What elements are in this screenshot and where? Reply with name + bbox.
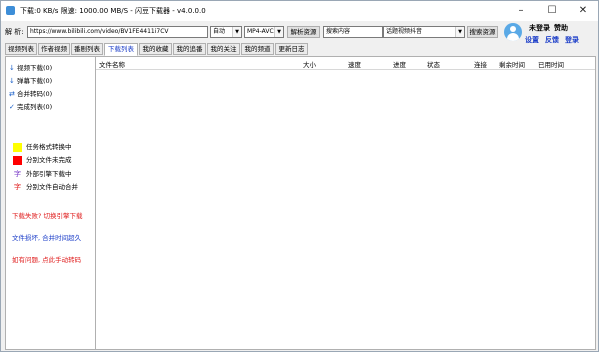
legend-item-auto-merge: 字分别文件自动合并 <box>13 181 78 192</box>
legend-label: 任务格式转换中 <box>26 143 72 151</box>
download-sidebar: ↓ 视频下载(0) ↓ 弹幕下载(0) ⇄ 合并转码(0) ✓ 完成列表(0) 任务格式… <box>6 57 96 349</box>
column-header-elapsed-time[interactable]: 已用时间 <box>538 59 564 69</box>
codec-select[interactable]: MP4-AVC ▼ <box>244 26 284 38</box>
merge-time-note[interactable]: 文件损坏, 合并时间超久 <box>12 232 81 242</box>
download-table: 文件名称 大小 速度 进度 状态 连接 剩余时间 已用时间 <box>96 57 595 349</box>
download-arrow-icon: ↓ <box>9 77 15 85</box>
search-input[interactable]: 搜索内容 <box>323 26 383 38</box>
sidebar-item-completed-list[interactable]: ✓ 完成列表(0) <box>9 101 52 111</box>
sidebar-item-video-downloads[interactable]: ↓ 视频下载(0) <box>9 62 52 72</box>
legend-item-incomplete: 分别文件未完成 <box>13 154 72 165</box>
column-header-speed[interactable]: 速度 <box>348 59 361 69</box>
title-bar: 下载:0 KB/s 限速: 1000.00 MB/S - 闪豆下载器 - v4.… <box>1 1 598 21</box>
legend-item-external-engine: 字外部引擎下载中 <box>13 168 72 179</box>
quality-select[interactable]: 自动 ▼ <box>210 26 242 38</box>
merge-arrows-icon: ⇄ <box>9 90 15 98</box>
parse-button[interactable]: 解析资源 <box>287 26 320 38</box>
sidebar-item-label: 视频下载(0) <box>17 64 53 72</box>
column-header-progress[interactable]: 进度 <box>393 59 406 69</box>
login-status: 未登录 <box>529 24 550 32</box>
sponsor-link[interactable]: 赞助 <box>554 23 568 33</box>
login-link[interactable]: 登录 <box>565 35 579 45</box>
close-button[interactable]: ✕ <box>568 1 598 21</box>
tab-bangumi-list[interactable]: 番剧列表 <box>71 43 103 55</box>
legend-label: 分别文件自动合并 <box>26 183 78 191</box>
column-header-remaining-time[interactable]: 剩余时间 <box>499 59 525 69</box>
chevron-down-icon: ▼ <box>274 27 283 37</box>
codec-select-value: MP4-AVC <box>247 28 274 35</box>
sidebar-item-danmaku-downloads[interactable]: ↓ 弹幕下载(0) <box>9 75 52 85</box>
sidebar-item-label: 合并转码(0) <box>17 90 53 98</box>
search-type-value: 话题视频抖音 <box>386 28 423 35</box>
tab-download-list[interactable]: 下载列表 <box>104 43 138 56</box>
character-marker-icon: 字 <box>14 170 21 178</box>
column-header-size[interactable]: 大小 <box>303 59 316 69</box>
legend-item-converting: 任务格式转换中 <box>13 141 72 152</box>
switch-engine-link[interactable]: 下载失败? 切换引擎下载 <box>12 210 83 220</box>
url-input[interactable]: https://www.bilibili.com/video/BV1FE4411… <box>27 26 208 38</box>
chevron-down-icon: ▼ <box>455 27 464 37</box>
column-header-filename[interactable]: 文件名称 <box>99 59 125 69</box>
tab-my-channels[interactable]: 我的频道 <box>241 43 274 55</box>
character-marker-icon: 字 <box>14 183 21 191</box>
column-header-connections[interactable]: 连接 <box>474 59 487 69</box>
legend-label: 外部引擎下载中 <box>26 170 72 178</box>
feedback-link[interactable]: 反馈 <box>545 35 559 45</box>
search-button[interactable]: 搜索资源 <box>467 26 498 38</box>
chevron-down-icon: ▼ <box>232 27 241 37</box>
avatar-head-shape <box>510 26 516 32</box>
sidebar-item-label: 弹幕下载(0) <box>17 77 53 85</box>
quality-select-value: 自动 <box>213 28 226 35</box>
avatar-body-shape <box>507 33 519 41</box>
manual-transcode-link[interactable]: 如有问题, 点此手动转码 <box>12 254 81 264</box>
maximize-button[interactable]: ☐ <box>537 1 567 21</box>
tab-author-videos[interactable]: 作者视频 <box>38 43 70 55</box>
tab-changelog[interactable]: 更新日志 <box>275 43 308 55</box>
tab-my-follows[interactable]: 我的关注 <box>207 43 240 55</box>
app-icon <box>6 6 15 15</box>
sidebar-item-merge-transcode[interactable]: ⇄ 合并转码(0) <box>9 88 52 98</box>
sidebar-item-label: 完成列表(0) <box>17 103 53 111</box>
minimize-button[interactable]: – <box>506 1 536 21</box>
tab-my-bangumi[interactable]: 我的追番 <box>173 43 206 55</box>
column-header-status[interactable]: 状态 <box>427 59 440 69</box>
yellow-swatch-icon <box>13 142 22 152</box>
tab-video-list[interactable]: 视频列表 <box>5 43 37 55</box>
table-header: 文件名称 大小 速度 进度 状态 连接 剩余时间 已用时间 <box>96 57 595 70</box>
checkmark-icon: ✓ <box>9 103 15 111</box>
settings-link[interactable]: 设置 <box>525 35 539 45</box>
app-window: 下载:0 KB/s 限速: 1000.00 MB/S - 闪豆下载器 - v4.… <box>0 0 599 352</box>
download-arrow-icon: ↓ <box>9 64 15 72</box>
download-panel: ↓ 视频下载(0) ↓ 弹幕下载(0) ⇄ 合并转码(0) ✓ 完成列表(0) 任务格式… <box>5 56 596 350</box>
parse-label: 解 析: <box>5 28 24 36</box>
red-swatch-icon <box>13 155 22 165</box>
window-title: 下载:0 KB/s 限速: 1000.00 MB/S - 闪豆下载器 - v4.… <box>20 7 206 15</box>
tab-my-favorites[interactable]: 我的收藏 <box>139 43 172 55</box>
legend-label: 分别文件未完成 <box>26 156 72 164</box>
avatar[interactable] <box>504 23 522 41</box>
search-type-select[interactable]: 话题视频抖音 ▼ <box>383 26 465 38</box>
